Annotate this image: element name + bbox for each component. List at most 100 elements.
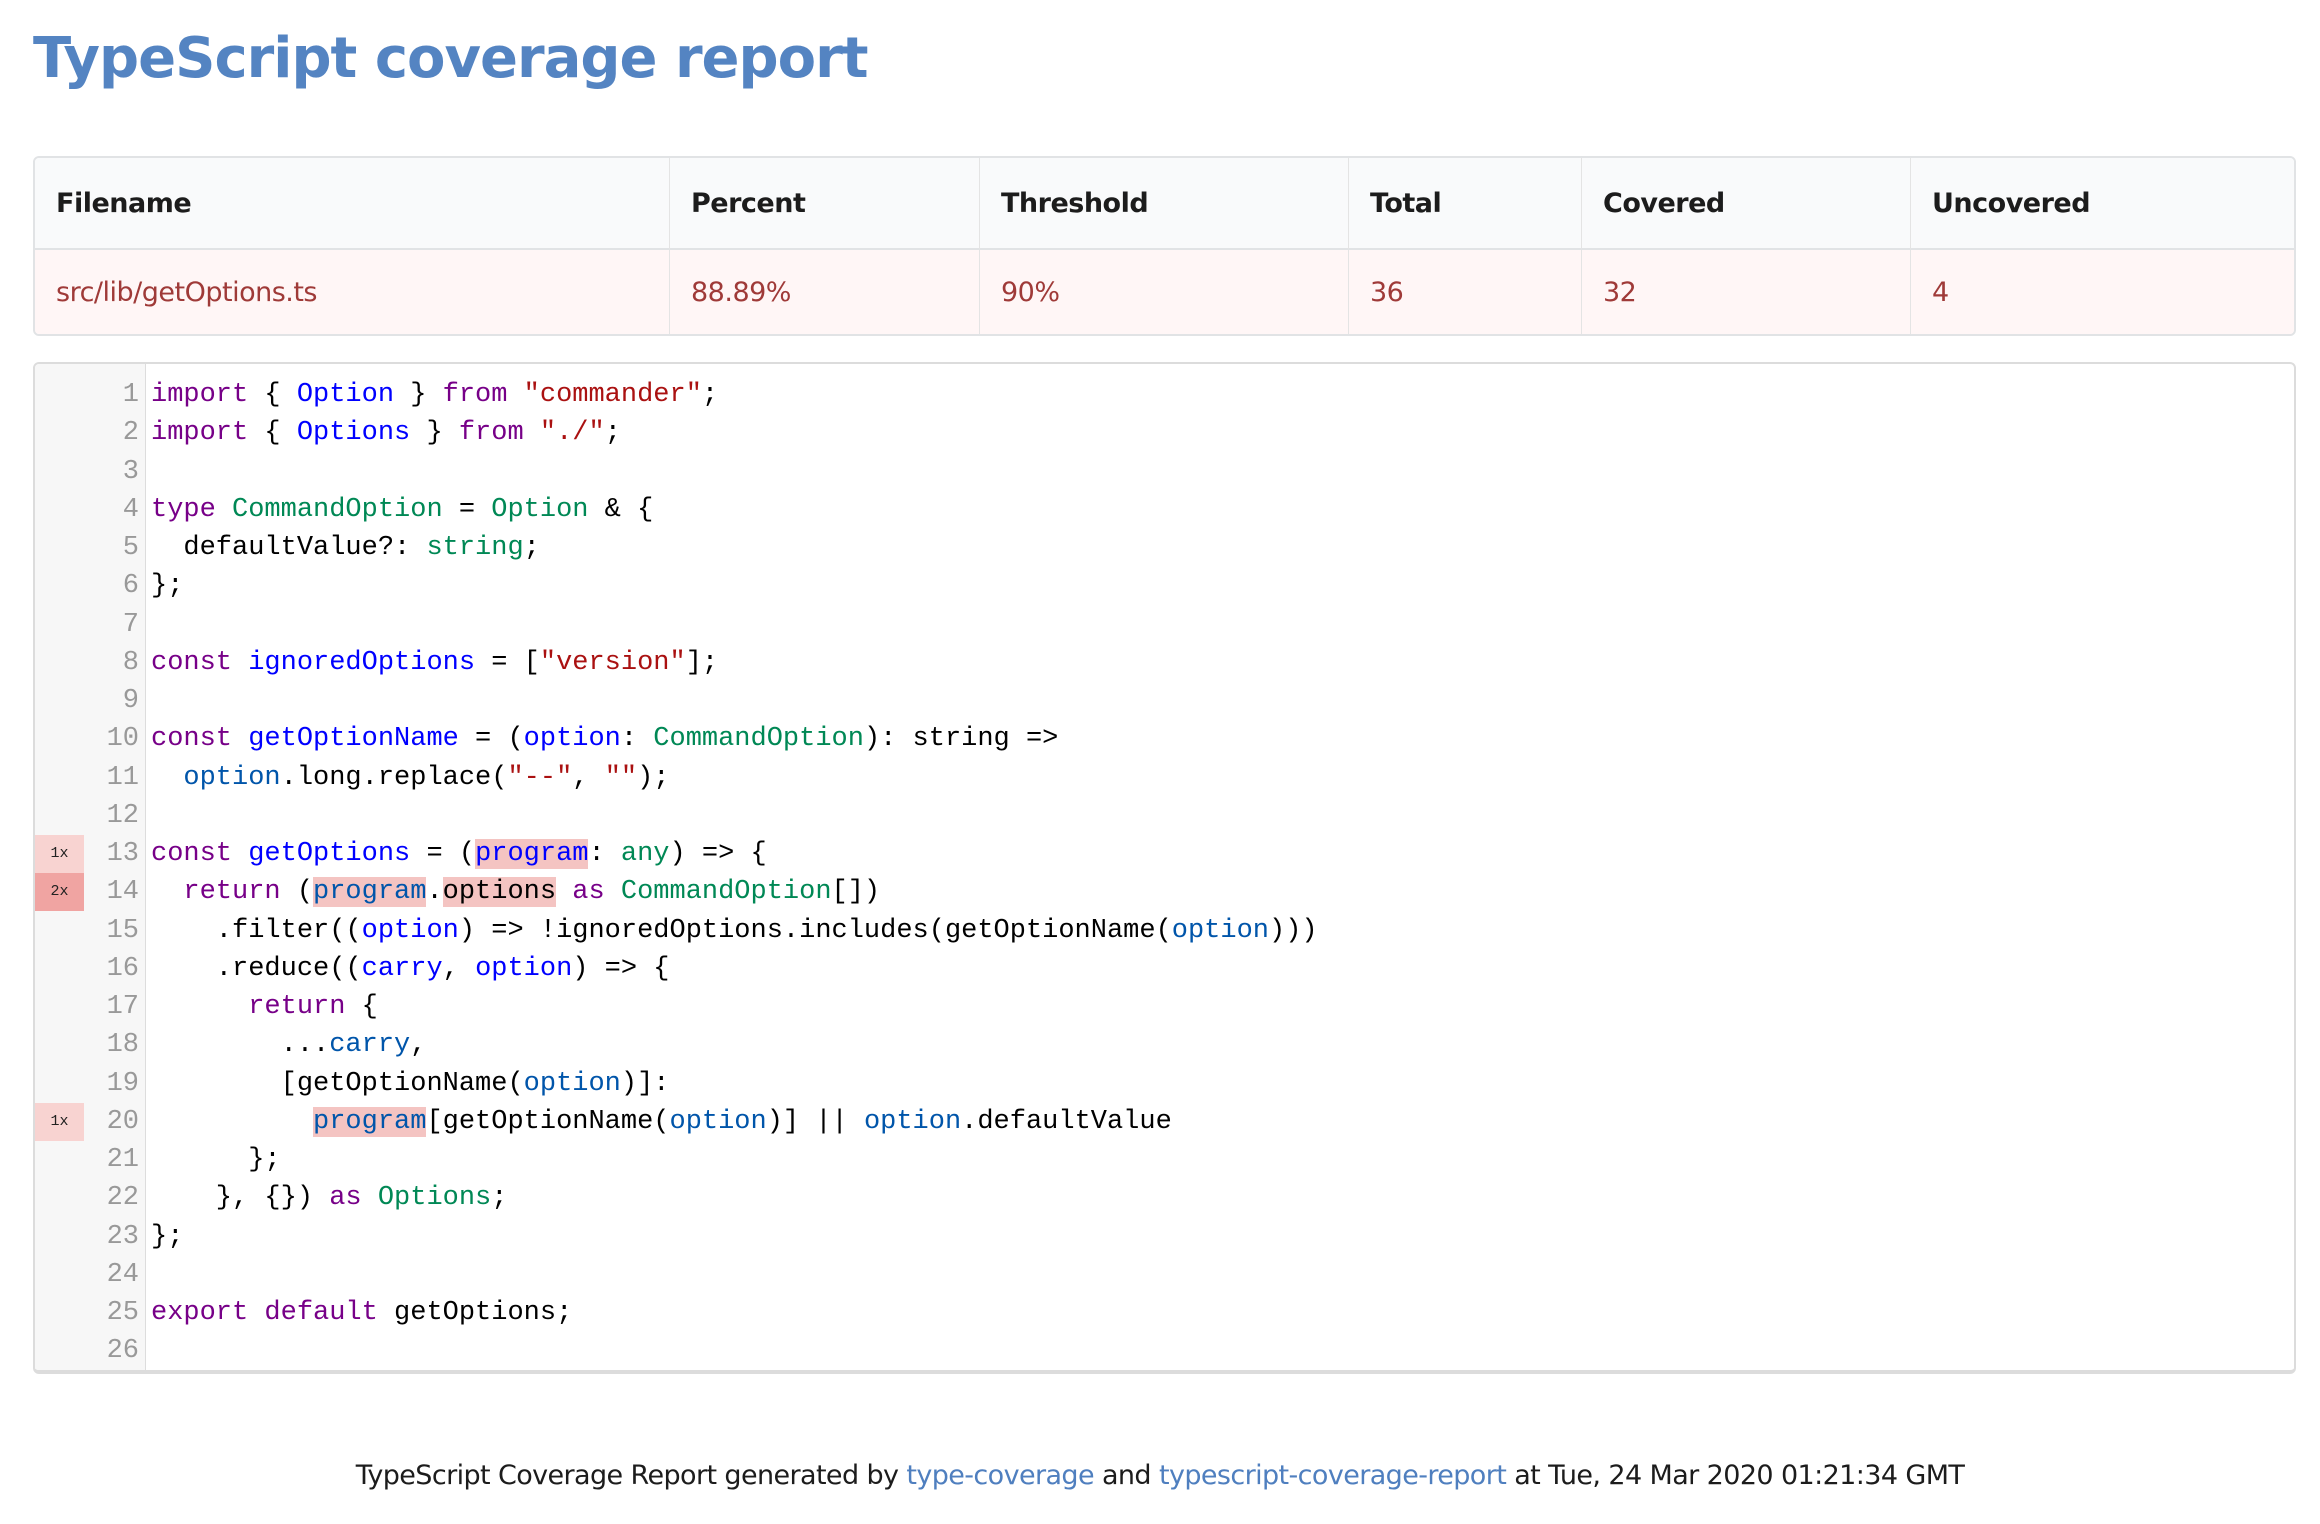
code-line: 16 .reduce((carry, option) => { [35,950,2294,988]
code-line: 4 type CommandOption = Option & { [35,491,2294,529]
code-text: [getOptionName(option)]: [151,1065,670,1103]
column-header-percent[interactable]: Percent [669,158,979,250]
code-token: = ( [458,724,524,755]
code-token: . [426,877,443,908]
line-number: 15 [106,915,139,946]
code-token: defaultValue?: [151,533,427,563]
code-text: .reduce((carry, option) => { [151,950,670,988]
line-number: 17 [106,992,139,1022]
line-number: 16 [106,953,139,984]
code-token: const [151,647,233,678]
code-token: )] || [766,1106,864,1137]
code-token: : [620,724,654,755]
code-token: option [863,1106,962,1137]
line-number: 24 [106,1259,139,1290]
code-token: } [410,418,459,449]
column-header-filename[interactable]: Filename [35,158,669,250]
line-number: 18 [106,1030,139,1061]
code-token: import [151,418,249,449]
line-number: 7 [122,609,139,640]
code-token: Options [296,418,411,449]
code-token: []) [831,877,881,908]
code-text: return (program.options as CommandOption… [151,873,880,911]
code-token: ; [523,533,540,563]
column-header-total[interactable]: Total [1348,158,1581,250]
coverage-summary-table: Filename Percent Threshold Total Covered… [33,156,2296,336]
code-line: 1x 13 const getOptions = (program: any) =>… [35,835,2294,873]
code-token: .long.replace( [280,762,508,793]
code-token: { [248,418,297,449]
line-number: 12 [106,800,139,831]
code-text: import { Option } from "commander"; [151,376,718,414]
code-text: const getOptionName = (option: CommandOp… [151,720,1058,758]
code-text: }; [151,1141,281,1179]
code-line: 3 [35,453,2294,491]
code-token: getOptionName [248,724,459,755]
type-coverage-link[interactable]: type-coverage [906,1460,1094,1491]
code-token: [getOptionName( [151,1068,524,1099]
code-line: 5 defaultValue?: string; [35,529,2294,567]
page-title: TypeScript coverage report [33,26,868,91]
code-token: ( [280,877,314,908]
code-token: ignoredOptions [248,647,476,678]
code-line: 1x 20 program[getOptionName(option)] || o… [35,1102,2294,1141]
line-number: 19 [106,1068,139,1099]
code-token: Option [296,380,395,410]
code-token: .reduce(( [151,953,362,984]
code-token: { [345,992,378,1022]
code-token: option [475,953,573,984]
uncovered-token: program [313,1106,427,1137]
line-number: 1 [122,380,139,410]
column-header-covered[interactable]: Covered [1581,158,1910,250]
code-token: from [458,418,524,449]
code-token: "" [604,762,638,793]
code-token: "./" [539,418,605,449]
code-line: 2 import { Options } from "./"; [35,414,2294,452]
code-token: getOptions; [377,1298,573,1328]
footer-middle: and [1093,1460,1159,1491]
code-token: type [151,494,216,525]
code-token: import [151,380,249,410]
code-token: "commander" [523,380,702,410]
code-token: .defaultValue [961,1106,1172,1137]
code-token: "--" [507,762,573,793]
code-line: 21 }; [35,1141,2294,1179]
column-header-uncovered[interactable]: Uncovered [1910,158,2294,250]
code-text: import { Options } from "./"; [151,414,621,452]
code-line: 9 [35,682,2294,720]
cell-threshold: 90% [979,250,1348,334]
code-text: ...carry, [151,1026,427,1064]
line-number: 13 [106,839,139,869]
code-token: = ( [410,839,476,869]
code-text: }; [151,567,183,605]
column-header-threshold[interactable]: Threshold [979,158,1348,250]
code-token: option [361,915,459,946]
line-number: 21 [106,1145,139,1175]
code-line: 22 }, {}) as Options; [35,1179,2294,1217]
code-token: getOptions [248,839,411,869]
source-code-viewer[interactable]: 1 import { Option } from "commander"; 2 imp… [33,362,2296,1374]
code-text: defaultValue?: string; [151,529,540,567]
code-token: }, {}) [151,1183,330,1214]
footer: TypeScript Coverage Report generated by … [0,1460,2320,1491]
code-line: 15 .filter((option) => !ignoredOptions.i… [35,912,2294,950]
typescript-coverage-report-link[interactable]: typescript-coverage-report [1159,1460,1507,1491]
code-token: & { [588,494,654,525]
code-line: 26 [35,1332,2294,1370]
code-token: "version" [539,647,686,678]
code-token: }; [151,1145,281,1175]
line-number: 14 [106,877,139,908]
code-text: const ignoredOptions = ["version"]; [151,644,718,682]
line-number: 22 [106,1183,139,1214]
uncovered-token: program [475,839,589,869]
line-number: 23 [106,1221,139,1252]
cell-covered: 32 [1581,250,1910,334]
line-number: 3 [122,456,139,487]
code-token: [getOptionName( [426,1106,670,1137]
code-token: , [442,953,476,984]
